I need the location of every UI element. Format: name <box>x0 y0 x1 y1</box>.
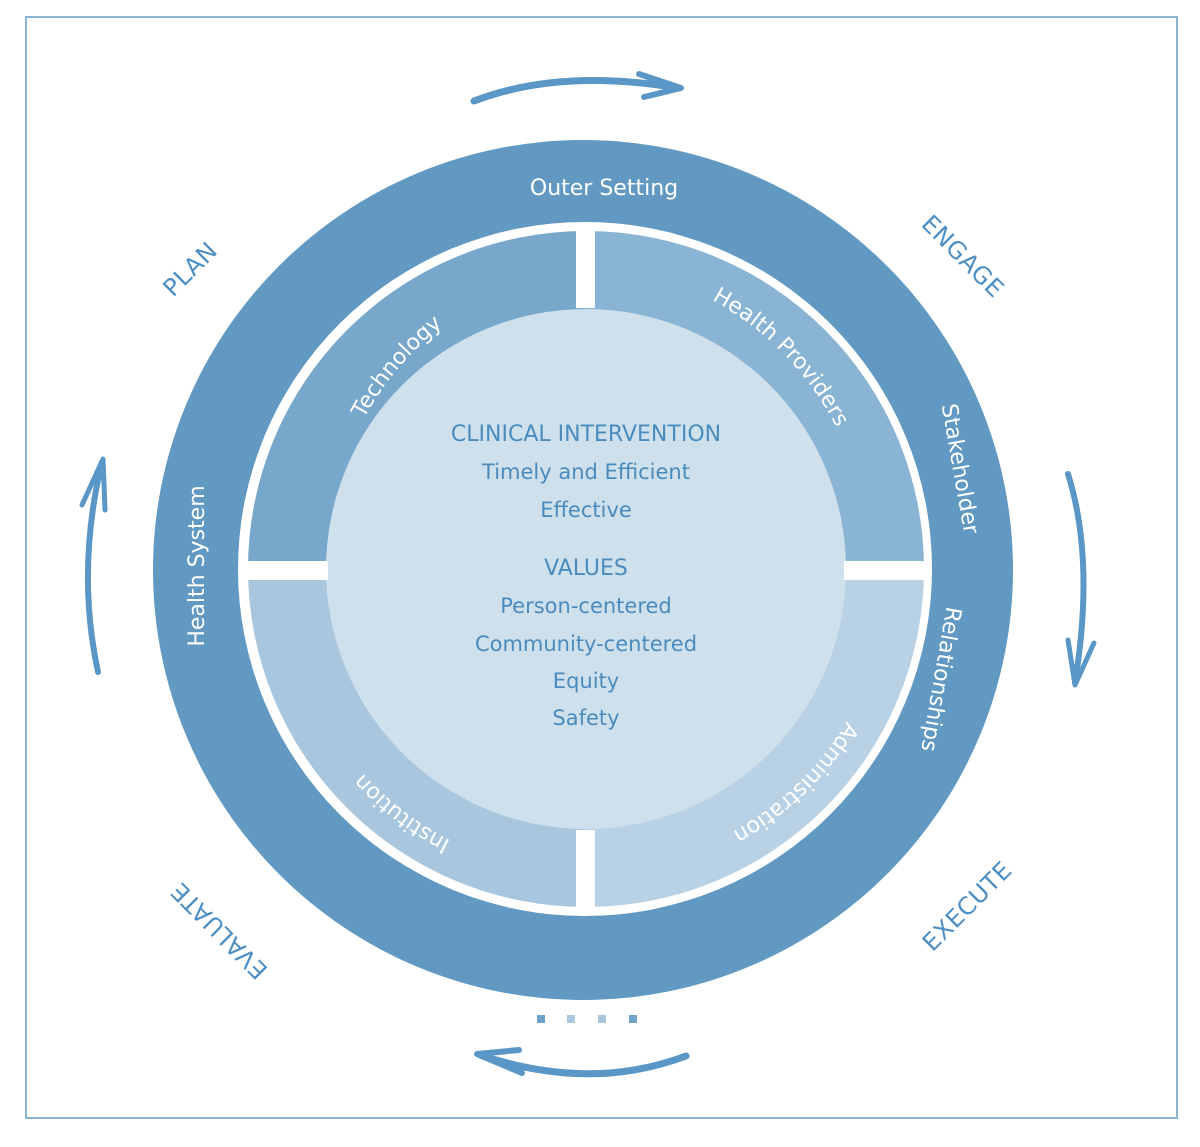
values-item: Community-centered <box>475 632 697 656</box>
progress-dot <box>537 1015 545 1023</box>
values-heading: VALUES <box>544 556 628 581</box>
clinical-item: Effective <box>540 498 632 522</box>
clinical-intervention-heading: CLINICAL INTERVENTION <box>451 422 721 447</box>
implementation-framework-diagram: Outer Setting Health System Stakeholder … <box>79 71 1097 1078</box>
progress-dot <box>629 1015 637 1023</box>
progress-dot <box>567 1015 575 1023</box>
progress-dot <box>598 1015 606 1023</box>
arrow-left-icon <box>474 1047 690 1078</box>
values-item: Safety <box>552 706 619 730</box>
horizontal-gap <box>244 561 328 580</box>
phase-engage-label: ENGAGE <box>916 210 1010 304</box>
phase-execute-label: EXECUTE <box>917 856 1018 957</box>
horizontal-gap <box>844 561 928 580</box>
phase-plan-label: PLAN <box>158 237 224 303</box>
vertical-gap <box>576 830 595 912</box>
health-system-label: Health System <box>185 485 210 646</box>
vertical-gap <box>576 228 595 308</box>
phase-evaluate-label: EVALUATE <box>165 877 273 985</box>
values-item: Person-centered <box>500 594 672 618</box>
values-item: Equity <box>553 669 619 693</box>
arrow-up-icon <box>79 456 108 675</box>
arrow-down-icon <box>1065 471 1097 688</box>
clinical-item: Timely and Efficient <box>481 460 690 484</box>
outer-setting-label: Outer Setting <box>530 176 678 201</box>
arrow-right-icon <box>470 71 684 105</box>
